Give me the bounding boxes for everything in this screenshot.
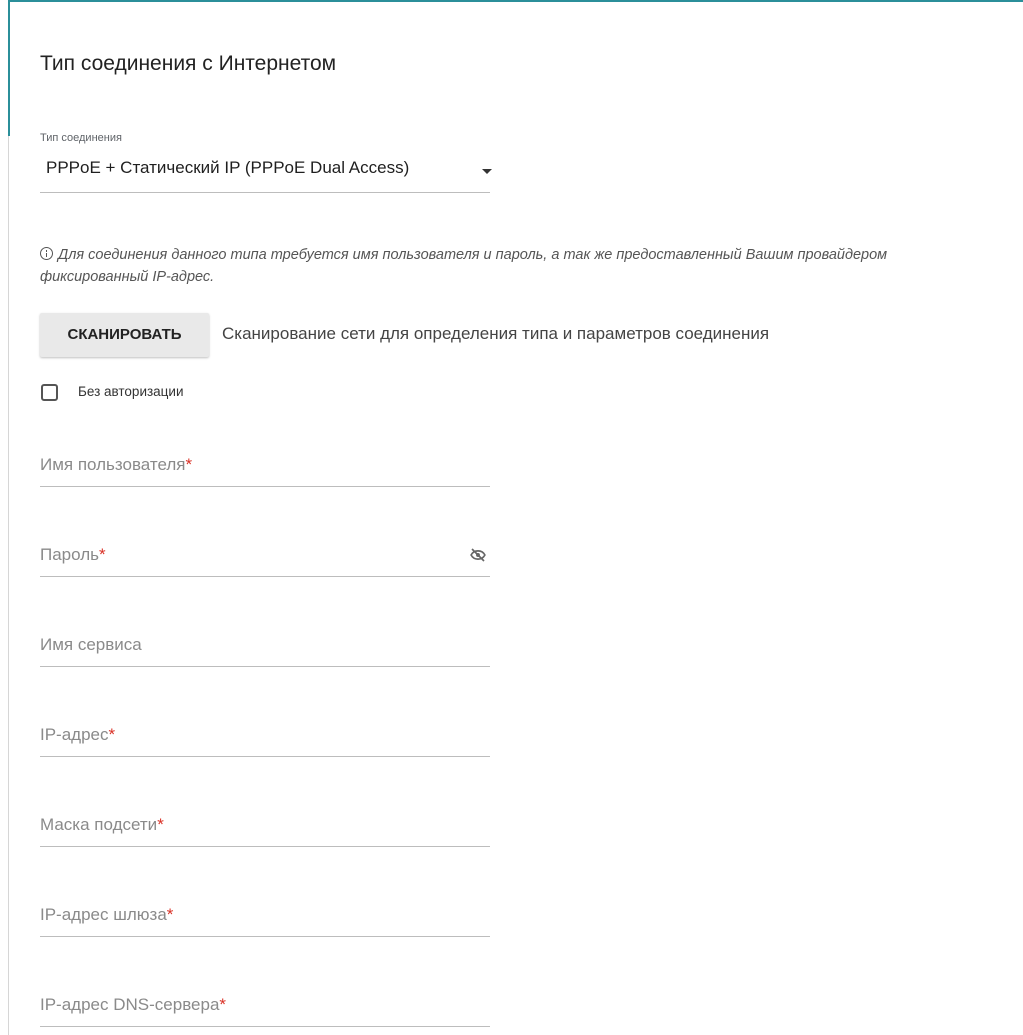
connection-type-label: Тип соединения <box>40 132 122 144</box>
password-label-text: Пароль <box>40 545 99 564</box>
dns-label-text: IP-адрес DNS-сервера <box>40 995 220 1014</box>
no-auth-label[interactable]: Без авторизации <box>78 384 184 399</box>
connection-type-value: PPPoE + Статический IP (PPPoE Dual Acces… <box>46 158 410 177</box>
subnet-mask-label: Маска подсети* <box>40 815 164 835</box>
page-title: Тип соединения с Интернетом <box>40 52 337 75</box>
password-label: Пароль* <box>40 545 106 565</box>
scan-description: Сканирование сети для определения типа и… <box>222 324 770 343</box>
gateway-label-text: IP-адрес шлюза <box>40 905 167 924</box>
required-mark: * <box>99 545 106 564</box>
ip-address-field[interactable]: IP-адрес* <box>40 716 490 757</box>
page: Тип соединения с Интернетом Тип соединен… <box>0 0 1023 1035</box>
info-text: Для соединения данного типа требуется им… <box>40 247 888 285</box>
info-note: Для соединения данного типа требуется им… <box>40 244 980 288</box>
subnet-mask-label-text: Маска подсети <box>40 815 158 834</box>
required-mark: * <box>108 725 116 744</box>
service-name-label: Имя сервиса <box>40 635 142 654</box>
dns-label: IP-адрес DNS-сервера* <box>40 995 226 1015</box>
password-field[interactable]: Пароль* <box>40 536 490 577</box>
scan-button[interactable]: СКАНИРОВАТЬ <box>40 313 209 357</box>
required-mark: * <box>166 905 174 924</box>
service-name-field[interactable]: Имя сервиса <box>40 626 490 667</box>
section-accent-marker <box>8 0 10 136</box>
caret-down-icon <box>482 169 492 174</box>
username-label-text: Имя пользователя <box>40 455 186 474</box>
required-mark: * <box>219 995 227 1014</box>
dns-field[interactable]: IP-адрес DNS-сервера* <box>40 986 490 1027</box>
top-accent-line <box>8 0 1023 2</box>
required-mark: * <box>157 815 164 834</box>
required-mark: * <box>185 455 193 474</box>
username-label: Имя пользователя* <box>40 455 192 475</box>
ip-address-label-text: IP-адрес <box>40 725 109 744</box>
no-auth-checkbox[interactable] <box>41 384 58 401</box>
section-left-border <box>8 136 9 1035</box>
username-field[interactable]: Имя пользователя* <box>40 446 490 487</box>
gateway-field[interactable]: IP-адрес шлюза* <box>40 896 490 937</box>
ip-address-label: IP-адрес* <box>40 725 115 745</box>
eye-off-icon[interactable] <box>469 546 487 564</box>
subnet-mask-field[interactable]: Маска подсети* <box>40 806 490 847</box>
info-circle-icon <box>40 247 53 260</box>
gateway-label: IP-адрес шлюза* <box>40 905 173 925</box>
connection-type-select[interactable]: Тип соединения PPPoE + Статический IP (P… <box>40 132 492 193</box>
